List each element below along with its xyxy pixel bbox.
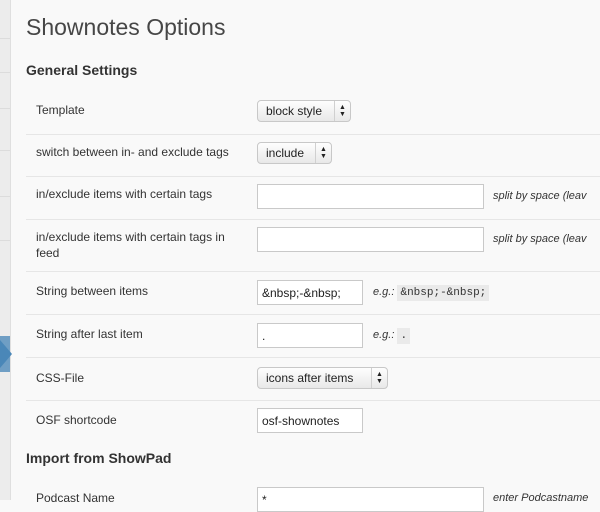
select-arrows-icon: ▲ ▼: [371, 368, 387, 388]
string-after-input[interactable]: [257, 323, 363, 348]
string-after-row: String after last item e.g.: .: [26, 314, 600, 358]
tags-feed-label-line2: feed: [36, 246, 60, 260]
template-row: Template block style ▲ ▼: [26, 90, 600, 135]
tags-feed-hint: split by space (leav: [493, 233, 587, 245]
osf-shortcode-input[interactable]: [257, 408, 363, 433]
osf-shortcode-label: OSF shortcode: [36, 413, 117, 427]
select-arrows-icon: ▲ ▼: [315, 143, 331, 163]
template-select-value: block style: [266, 104, 323, 118]
tags-items-label: in/exclude items with certain tags: [36, 187, 213, 201]
sidebar-divider: [0, 72, 10, 73]
podcast-name-label: Podcast Name: [36, 491, 115, 505]
tags-feed-row: in/exclude items with certain tags in fe…: [26, 219, 600, 272]
css-file-row: CSS-File icons after items ▲ ▼: [26, 357, 600, 401]
page-title: Shownotes Options: [26, 14, 226, 40]
css-file-select[interactable]: icons after items ▲ ▼: [257, 367, 388, 389]
string-after-hint-prefix: e.g.:: [373, 329, 395, 341]
switch-tags-row: switch between in- and exclude tags incl…: [26, 134, 600, 177]
tags-items-hint: split by space (leav: [493, 190, 587, 202]
sidebar-current-arrow-icon: [0, 340, 12, 368]
template-select[interactable]: block style ▲ ▼: [257, 100, 351, 122]
podcast-name-row: Podcast Name enter Podcastname: [26, 478, 600, 512]
string-between-hint: e.g.: &nbsp;-&nbsp;: [373, 285, 490, 301]
osf-shortcode-row: OSF shortcode: [26, 400, 600, 440]
string-between-label: String between items: [36, 284, 149, 298]
template-label: Template: [36, 103, 85, 117]
admin-sidebar: [0, 0, 12, 500]
sidebar-divider: [0, 38, 10, 39]
sidebar-divider: [0, 150, 10, 151]
switch-tags-label: switch between in- and exclude tags: [36, 145, 229, 159]
string-between-hint-code: &nbsp;-&nbsp;: [397, 285, 490, 301]
string-after-hint-code: .: [397, 328, 411, 344]
select-arrows-icon: ▲ ▼: [334, 101, 350, 121]
switch-tags-select[interactable]: include ▲ ▼: [257, 142, 332, 164]
tags-items-row: in/exclude items with certain tags split…: [26, 176, 600, 220]
podcast-name-hint: enter Podcastname: [493, 492, 589, 504]
string-after-label: String after last item: [36, 327, 143, 341]
tags-feed-label-line1: in/exclude items with certain tags in: [36, 230, 225, 244]
sidebar-divider: [0, 196, 10, 197]
css-file-select-value: icons after items: [266, 371, 354, 385]
sidebar-divider: [0, 108, 10, 109]
import-showpad-heading: Import from ShowPad: [26, 450, 172, 466]
general-settings-heading: General Settings: [26, 62, 138, 78]
string-between-row: String between items e.g.: &nbsp;-&nbsp;: [26, 271, 600, 315]
string-between-hint-prefix: e.g.:: [373, 286, 395, 298]
css-file-label: CSS-File: [36, 371, 85, 385]
switch-tags-select-value: include: [266, 146, 305, 160]
sidebar-divider: [0, 240, 10, 241]
tags-items-input[interactable]: [257, 184, 484, 209]
tags-feed-input[interactable]: [257, 227, 484, 252]
string-between-input[interactable]: [257, 280, 363, 305]
tags-feed-label: in/exclude items with certain tags in fe…: [36, 229, 225, 261]
string-after-hint: e.g.: .: [373, 328, 411, 344]
